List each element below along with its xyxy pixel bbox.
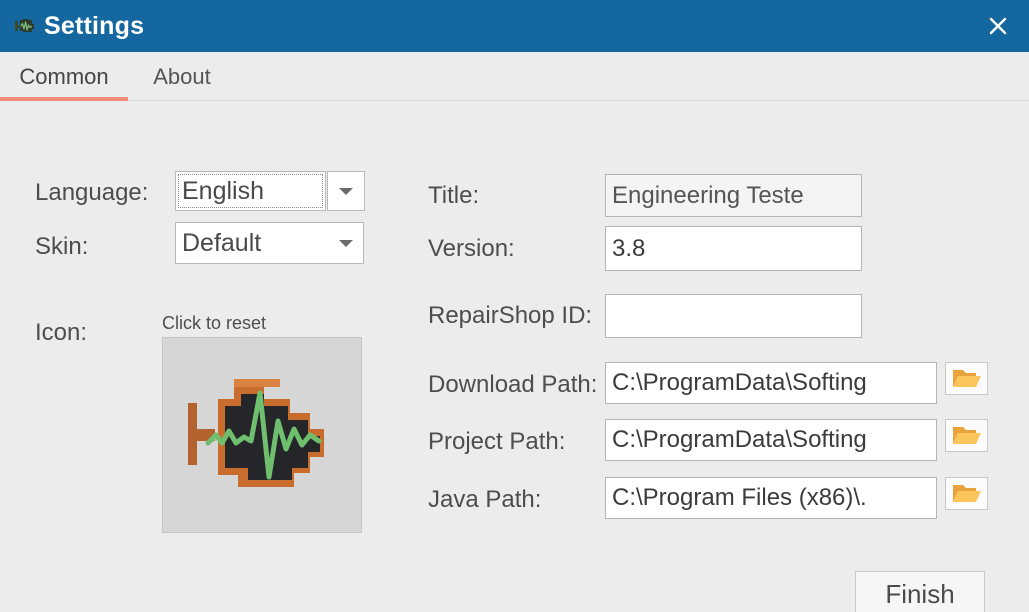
- chevron-down-icon: [339, 187, 353, 195]
- project-path-label: Project Path:: [428, 428, 566, 455]
- close-button[interactable]: [967, 0, 1029, 52]
- settings-window: Settings Common About Language: English …: [0, 0, 1029, 612]
- project-path-field[interactable]: C:\ProgramData\Softing: [605, 419, 937, 461]
- chevron-down-icon: [339, 239, 353, 247]
- tab-about-label: About: [153, 63, 211, 89]
- project-path-value: C:\ProgramData\Softing: [612, 426, 867, 453]
- close-icon: [989, 17, 1007, 35]
- folder-open-icon: [952, 370, 981, 387]
- icon-label: Icon:: [35, 319, 88, 346]
- finish-button-label: Finish: [885, 578, 955, 609]
- title-field[interactable]: Engineering Teste: [605, 174, 862, 217]
- java-path-browse-button[interactable]: [945, 477, 988, 510]
- version-field-label: Version:: [428, 235, 515, 262]
- download-path-value: C:\ProgramData\Softing: [612, 369, 867, 396]
- tab-common[interactable]: Common: [0, 52, 128, 101]
- title-field-label: Title:: [428, 182, 480, 209]
- skin-value: Default: [182, 228, 262, 257]
- skin-combobox[interactable]: Default: [175, 222, 364, 264]
- tab-about[interactable]: About: [128, 52, 236, 101]
- version-field-value: 3.8: [612, 234, 646, 262]
- language-dropdown-arrow[interactable]: [327, 171, 365, 211]
- download-path-field[interactable]: C:\ProgramData\Softing: [605, 362, 937, 404]
- language-value: English: [182, 176, 264, 205]
- window-title: Settings: [44, 12, 145, 40]
- java-path-field[interactable]: C:\Program Files (x86)\.: [605, 477, 937, 519]
- title-bar: Settings: [0, 0, 1029, 52]
- download-path-browse-button[interactable]: [945, 362, 988, 395]
- check-engine-icon: [188, 379, 324, 487]
- finish-button[interactable]: Finish: [855, 571, 985, 612]
- skin-dropdown-arrow[interactable]: [335, 223, 357, 263]
- java-path-value: C:\Program Files (x86)\.: [612, 484, 867, 511]
- tab-bar: Common About: [0, 52, 1029, 101]
- folder-open-icon: [952, 485, 981, 502]
- engine-icon: [13, 15, 37, 37]
- active-tab-indicator: [0, 97, 128, 101]
- folder-open-icon: [952, 427, 981, 444]
- java-path-label: Java Path:: [428, 486, 542, 513]
- repairshop-id-label: RepairShop ID:: [428, 302, 593, 329]
- language-label: Language:: [35, 179, 149, 206]
- skin-label: Skin:: [35, 233, 89, 260]
- title-field-value: Engineering Teste: [612, 181, 804, 209]
- icon-preview-button[interactable]: [162, 337, 362, 533]
- version-field[interactable]: 3.8: [605, 226, 862, 271]
- icon-reset-hint: Click to reset: [162, 313, 267, 333]
- tab-common-label: Common: [19, 63, 109, 89]
- download-path-label: Download Path:: [428, 371, 598, 398]
- language-combobox[interactable]: English: [175, 171, 326, 211]
- project-path-browse-button[interactable]: [945, 419, 988, 452]
- repairshop-id-field[interactable]: [605, 294, 862, 338]
